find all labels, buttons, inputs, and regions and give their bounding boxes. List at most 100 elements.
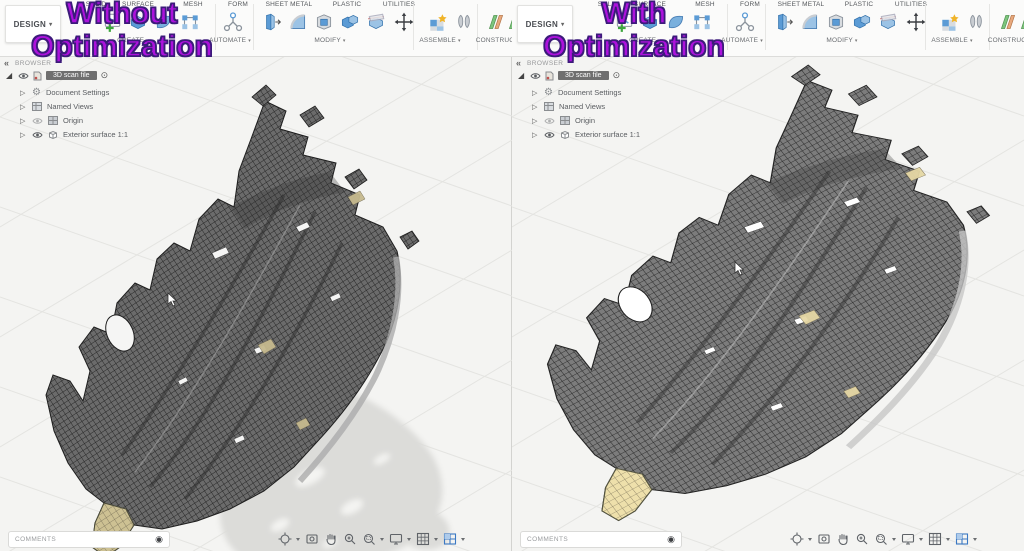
document-name-badge[interactable]: 3D scan file [558,71,609,80]
chevron-down-icon[interactable] [808,537,812,541]
press-pull-icon[interactable] [772,9,796,35]
expand-arrow-icon[interactable]: ◢ [518,71,526,80]
chevron-down-icon[interactable] [973,537,977,541]
split-body-icon[interactable] [876,9,900,35]
assemble-menu[interactable]: ASSEMBLE ▾ [419,37,460,44]
create-sketch-icon[interactable] [100,9,124,35]
tab-plastic[interactable]: PLASTIC [845,1,874,8]
construct-menu[interactable]: CONSTRUCT [476,37,512,44]
comment-bubble-icon[interactable]: ◉ [667,535,675,544]
tab-sheet-metal[interactable]: SHEET METAL [778,1,825,8]
loft-icon[interactable] [664,9,688,35]
automate-menu[interactable]: AUTOMATE ▾ [209,37,251,44]
look-at-icon[interactable] [304,532,319,547]
modify-menu[interactable]: MODIFY ▾ [826,37,857,44]
chevron-down-icon[interactable] [407,537,411,541]
joint-icon[interactable] [964,9,988,35]
zoom-window-icon[interactable] [361,532,376,547]
expand-arrow-icon[interactable]: ▷ [20,117,27,125]
construct-axis-icon[interactable] [1016,9,1024,35]
modify-menu[interactable]: MODIFY ▾ [314,37,345,44]
chevron-down-icon[interactable] [434,537,438,541]
new-component-icon[interactable] [426,9,450,35]
design-workspace-dropdown[interactable]: DESIGN ▾ [517,5,573,43]
fillet-icon[interactable] [286,9,310,35]
comments-bar[interactable]: COMMENTS ◉ [520,531,682,548]
tree-item-named-views[interactable]: ▷ Named Views [20,100,93,113]
chevron-down-icon[interactable] [892,537,896,541]
document-name-badge[interactable]: 3D scan file [46,71,97,80]
comment-bubble-icon[interactable]: ◉ [155,535,163,544]
activate-component-icon[interactable]: ⊙ [101,70,109,81]
loft-icon[interactable] [152,9,176,35]
extrude-icon[interactable] [638,9,662,35]
move-icon[interactable] [392,9,416,35]
tree-root-document[interactable]: ◢ 3D scan file ⊙ [6,69,108,82]
tree-item-origin[interactable]: ▷ Origin [20,114,83,127]
construct-menu[interactable]: CONSTRUCT [988,37,1024,44]
pattern-icon[interactable] [690,9,714,35]
expand-arrow-icon[interactable]: ▷ [532,89,539,97]
fillet-icon[interactable] [798,9,822,35]
collapse-panel-icon[interactable]: « [4,58,9,68]
split-body-icon[interactable] [364,9,388,35]
new-component-icon[interactable] [938,9,962,35]
chevron-down-icon[interactable] [296,537,300,541]
tab-utilities[interactable]: UTILITIES [895,1,927,8]
look-at-icon[interactable] [816,532,831,547]
automate-bot-icon[interactable] [221,9,245,35]
chevron-down-icon[interactable] [919,537,923,541]
pan-hand-icon[interactable] [835,532,850,547]
activate-component-icon[interactable]: ⊙ [613,70,621,81]
create-sketch-icon[interactable] [612,9,636,35]
orbit-icon[interactable] [789,532,804,547]
automate-bot-icon[interactable] [733,9,757,35]
pan-hand-icon[interactable] [323,532,338,547]
expand-arrow-icon[interactable]: ▷ [20,131,27,139]
tree-item-exterior-surface[interactable]: ▷ Exterior surface 1:1 [20,128,128,141]
comments-bar[interactable]: COMMENTS ◉ [8,531,170,548]
chevron-down-icon[interactable] [946,537,950,541]
viewports-icon[interactable] [442,532,457,547]
expand-arrow-icon[interactable]: ◢ [6,71,14,80]
grid-settings-icon[interactable] [927,532,942,547]
tree-item-document-settings[interactable]: ▷ ⚙ Document Settings [532,86,621,99]
display-settings-icon[interactable] [900,532,915,547]
tree-root-document[interactable]: ◢ 3D scan file ⊙ [518,69,620,82]
expand-arrow-icon[interactable]: ▷ [20,89,27,97]
display-settings-icon[interactable] [388,532,403,547]
visibility-eye-icon[interactable] [32,131,43,139]
construct-axis-icon[interactable] [504,9,512,35]
tree-item-origin[interactable]: ▷ Origin [532,114,595,127]
tab-utilities[interactable]: UTILITIES [383,1,415,8]
tab-surface[interactable]: SURFACE [122,1,154,8]
chevron-down-icon[interactable] [461,537,465,541]
viewports-icon[interactable] [954,532,969,547]
joint-icon[interactable] [452,9,476,35]
tab-mesh[interactable]: MESH [695,1,715,8]
automate-menu[interactable]: AUTOMATE ▾ [721,37,763,44]
create-menu[interactable]: CREATE ▾ [629,37,661,44]
zoom-icon[interactable] [854,532,869,547]
zoom-icon[interactable] [342,532,357,547]
press-pull-icon[interactable] [260,9,284,35]
visibility-eye-icon[interactable] [544,131,555,139]
orbit-icon[interactable] [277,532,292,547]
expand-arrow-icon[interactable]: ▷ [532,117,539,125]
tab-sheet-metal[interactable]: SHEET METAL [266,1,313,8]
visibility-eye-icon[interactable] [544,117,555,125]
visibility-eye-icon[interactable] [18,72,29,80]
expand-arrow-icon[interactable]: ▷ [532,103,539,111]
tab-form[interactable]: FORM [740,1,760,8]
expand-arrow-icon[interactable]: ▷ [20,103,27,111]
create-menu[interactable]: CREATE ▾ [117,37,149,44]
assemble-menu[interactable]: ASSEMBLE ▾ [931,37,972,44]
tab-plastic[interactable]: PLASTIC [333,1,362,8]
visibility-eye-icon[interactable] [530,72,541,80]
pattern-icon[interactable] [178,9,202,35]
combine-icon[interactable] [338,9,362,35]
tree-item-exterior-surface[interactable]: ▷ Exterior surface 1:1 [532,128,640,141]
tab-surface[interactable]: SURFACE [634,1,666,8]
shell-icon[interactable] [824,9,848,35]
tree-item-document-settings[interactable]: ▷ ⚙ Document Settings [20,86,109,99]
